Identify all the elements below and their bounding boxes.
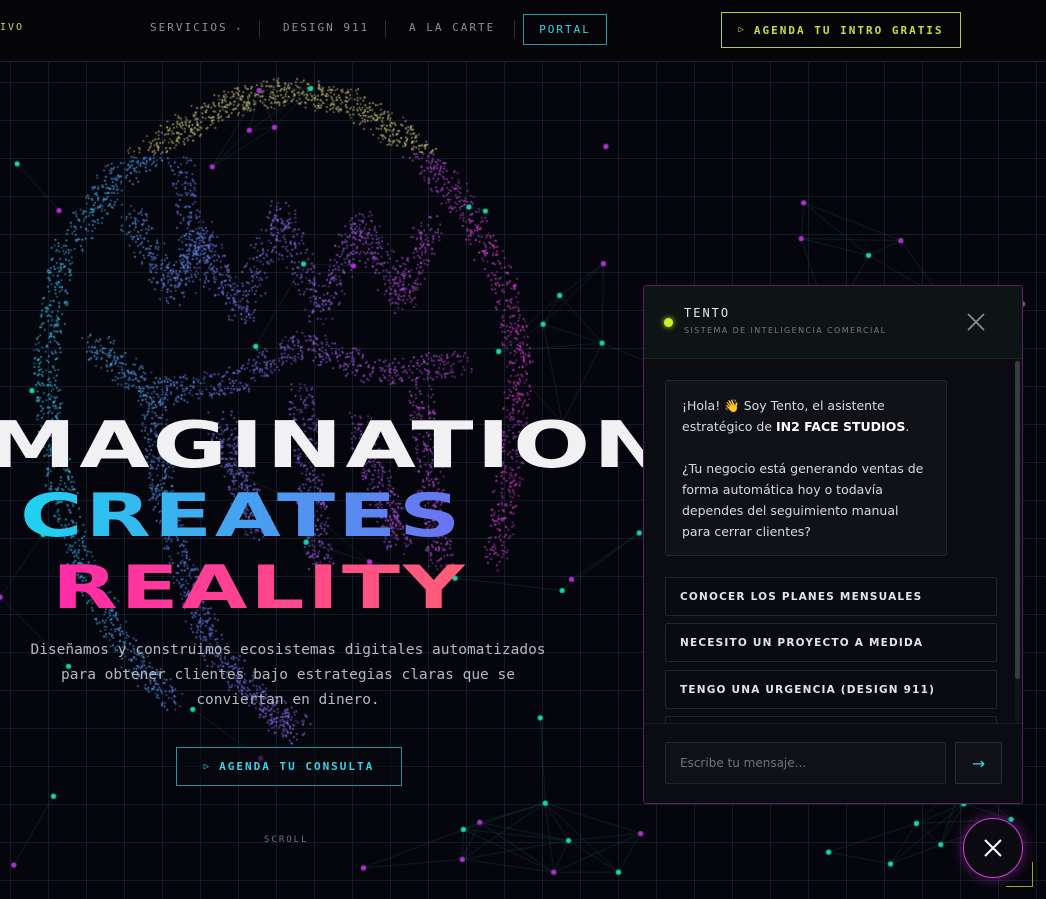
close-icon xyxy=(984,839,1002,857)
send-button[interactable]: → xyxy=(955,742,1002,784)
bot-greeting: ¡Hola! 👋 Soy Tento, el asistente estraté… xyxy=(682,398,910,434)
chat-header: TENTO SISTEMA DE INTELIGENCIA COMERCIAL xyxy=(644,286,1022,359)
online-status-dot xyxy=(664,318,673,327)
nav-item-design-911[interactable]: DESIGN 911 xyxy=(283,21,369,34)
nav-item-cut-off[interactable]: IVO xyxy=(0,22,24,33)
nav-item-a-la-carte[interactable]: A LA CARTE xyxy=(409,21,495,34)
top-navigation: IVO SERVICIOS ▾ DESIGN 911 A LA CARTE PO… xyxy=(0,0,1046,62)
chat-title: TENTO xyxy=(684,306,731,320)
chat-subtitle: SISTEMA DE INTELIGENCIA COMERCIAL xyxy=(684,326,887,335)
chat-message-input[interactable] xyxy=(665,742,946,784)
nav-divider xyxy=(259,20,260,38)
nav-item-servicios[interactable]: SERVICIOS ▾ xyxy=(150,21,242,34)
chevron-down-icon: ▾ xyxy=(236,25,243,33)
bot-message: ¡Hola! 👋 Soy Tento, el asistente estraté… xyxy=(665,380,947,556)
option-custom-project[interactable]: NECESITO UN PROYECTO A MEDIDA xyxy=(665,623,997,662)
portal-button[interactable]: PORTAL xyxy=(523,14,607,45)
consulta-cta-button[interactable]: ▷ AGENDA TU CONSULTA xyxy=(176,747,402,786)
chat-input-bar: → xyxy=(644,723,1022,803)
nav-divider xyxy=(385,20,386,38)
nav-divider xyxy=(514,20,515,38)
chat-scrollbar-thumb[interactable] xyxy=(1015,361,1020,679)
hero-subtitle: Diseñamos y construimos ecosistemas digi… xyxy=(30,642,546,708)
chat-panel: TENTO SISTEMA DE INTELIGENCIA COMERCIAL … xyxy=(643,285,1023,804)
intro-cta-button[interactable]: ▷ AGENDA TU INTRO GRATIS xyxy=(721,12,961,48)
close-icon[interactable] xyxy=(964,310,988,334)
consulta-cta-label: AGENDA TU CONSULTA xyxy=(219,760,375,773)
arrow-right-icon: → xyxy=(971,753,986,773)
option-urgency[interactable]: TENGO UNA URGENCIA (DESIGN 911) xyxy=(665,670,997,709)
nav-item-label: SERVICIOS xyxy=(150,21,228,34)
bot-question: ¿Tu negocio está generando ventas de for… xyxy=(682,461,924,539)
chat-messages[interactable]: ¡Hola! 👋 Soy Tento, el asistente estraté… xyxy=(644,359,1022,723)
option-monthly-plans[interactable]: CONOCER LOS PLANES MENSUALES xyxy=(665,577,997,616)
option-partially-visible[interactable] xyxy=(665,716,997,723)
scroll-indicator: SCROLL xyxy=(264,835,309,845)
corner-bracket-decoration xyxy=(1006,862,1033,887)
intro-cta-label: AGENDA TU INTRO GRATIS xyxy=(753,23,944,37)
play-icon: ▷ xyxy=(203,761,212,772)
play-icon: ▷ xyxy=(738,25,746,35)
brand-name: IN2 FACE STUDIOS xyxy=(776,419,906,434)
